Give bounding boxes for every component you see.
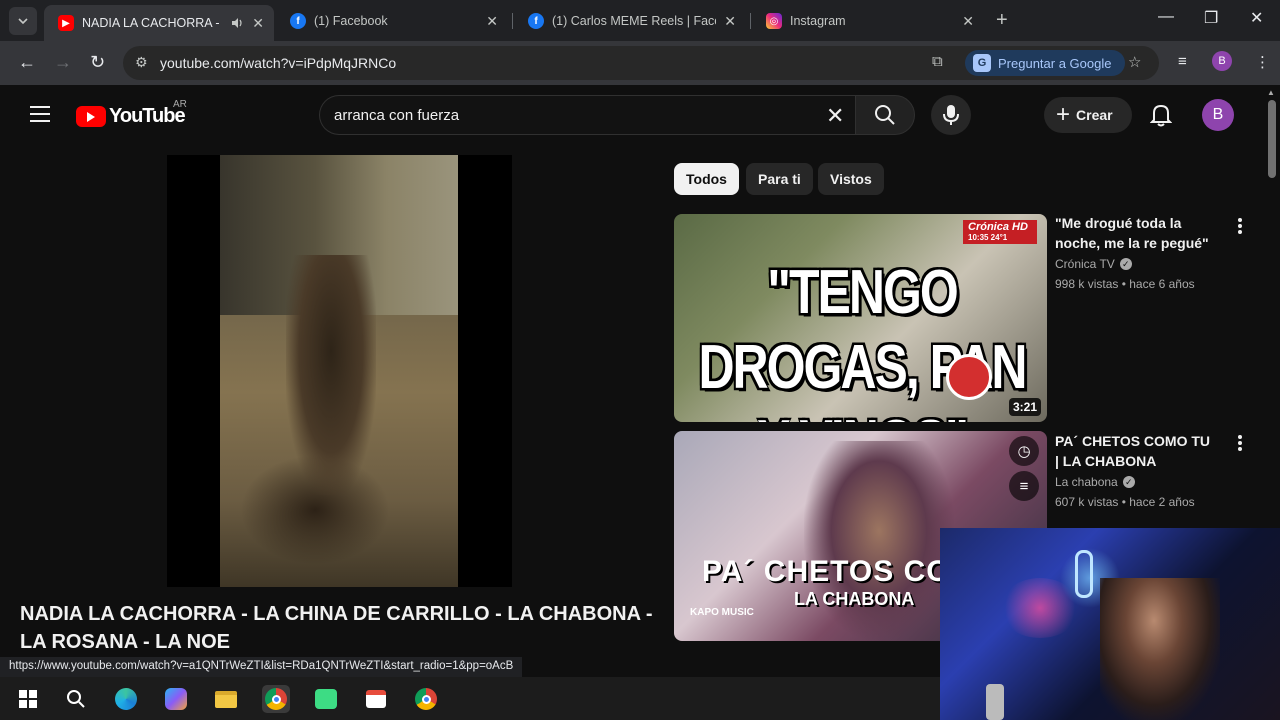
edge-icon[interactable] xyxy=(112,685,140,713)
youtube-header: YouTube AR arranca con fuerza ✕ + Crear … xyxy=(0,85,1280,145)
forward-arrow-icon[interactable]: → xyxy=(54,52,72,73)
tab-facebook-reels[interactable]: f (1) Carlos MEME Reels | Faceboo ✕ xyxy=(514,5,746,37)
search-input[interactable]: arranca con fuerza ✕ xyxy=(319,95,865,135)
media-controls-icon[interactable]: ≡ xyxy=(1178,53,1187,70)
add-to-queue-icon[interactable]: ≡ xyxy=(1009,471,1039,501)
facebook-icon: f xyxy=(290,13,306,29)
tab-close-icon[interactable]: ✕ xyxy=(962,13,974,30)
account-avatar[interactable]: B xyxy=(1202,99,1234,131)
verified-check-icon: ✓ xyxy=(1122,476,1135,488)
recommendation-meta: 607 k vistas • hace 2 años xyxy=(1055,495,1195,509)
verified-check-icon: ✓ xyxy=(1119,258,1132,270)
status-bar-url: https://www.youtube.com/watch?v=a1QNTrWe… xyxy=(0,657,523,677)
search-icon xyxy=(875,105,895,125)
restore-icon[interactable]: ❐ xyxy=(1204,8,1218,28)
recommendation-title[interactable]: PA´ CHETOS COMO TU | LA CHABONA xyxy=(1055,431,1215,471)
windows-taskbar xyxy=(0,677,940,720)
recommendation-channel[interactable]: Crónica TV ✓ xyxy=(1055,257,1132,271)
google-lens-icon: G xyxy=(973,54,991,72)
watch-later-clock-icon[interactable]: ◷ xyxy=(1009,436,1039,466)
studio-microphone xyxy=(986,684,1004,720)
windows-start-icon[interactable] xyxy=(14,685,42,713)
neon-sign xyxy=(1075,550,1093,598)
taskbar-search-icon[interactable] xyxy=(62,685,90,713)
create-button[interactable]: + Crear xyxy=(1044,97,1132,133)
tab-separator xyxy=(512,13,513,29)
tab-youtube[interactable]: ▶ NADIA LA CACHORRA - LA ✕ xyxy=(44,5,274,41)
tab-close-icon[interactable]: ✕ xyxy=(486,13,498,30)
video-player[interactable] xyxy=(167,155,512,587)
chip-all[interactable]: Todos xyxy=(674,163,739,195)
video-title: NADIA LA CACHORRA - LA CHINA DE CARRILLO… xyxy=(20,603,653,653)
hamburger-menu-icon[interactable] xyxy=(30,106,50,122)
search-button[interactable] xyxy=(855,95,915,135)
microphone-icon xyxy=(943,105,959,125)
country-code: AR xyxy=(173,99,187,110)
youtube-play-icon xyxy=(76,106,106,127)
youtube-icon: ▶ xyxy=(58,15,74,31)
voice-search-button[interactable] xyxy=(931,95,971,135)
news-microphone-icon xyxy=(946,354,992,400)
reload-icon[interactable]: ↻ xyxy=(90,52,105,73)
more-options-icon[interactable] xyxy=(1234,216,1246,236)
streamer xyxy=(1100,578,1220,720)
tab-search-button[interactable] xyxy=(9,6,37,35)
url-text[interactable]: youtube.com/watch?v=iPdpMqJRNCo xyxy=(160,55,396,71)
address-bar[interactable]: ⚙ youtube.com/watch?v=iPdpMqJRNCo ⧉ G Pr… xyxy=(123,46,1159,80)
facebook-icon: f xyxy=(528,13,544,29)
tab-instagram[interactable]: ◎ Instagram ✕ xyxy=(752,5,984,37)
minimize-icon[interactable]: — xyxy=(1158,8,1174,26)
speaker-icon[interactable] xyxy=(230,16,244,30)
chip-for-you[interactable]: Para ti xyxy=(746,163,813,195)
plus-icon: + xyxy=(1056,101,1071,128)
new-tab-button[interactable]: + xyxy=(996,9,1008,32)
tab-close-icon[interactable]: ✕ xyxy=(724,13,736,30)
browser-menu-icon[interactable]: ⋮ xyxy=(1255,53,1270,71)
chrome-icon[interactable] xyxy=(262,685,290,713)
recommendation-channel[interactable]: La chabona ✓ xyxy=(1055,475,1135,489)
thumbnail-caption: PA´ CHETOS COM xyxy=(702,555,977,588)
thumbnail-subcaption: LA CHABONA xyxy=(794,589,915,609)
search-query[interactable]: arranca con fuerza xyxy=(334,107,459,124)
bookmark-star-icon[interactable]: ☆ xyxy=(1128,53,1141,71)
notifications-bell-icon[interactable] xyxy=(1149,103,1173,132)
thumbnail-caption: "TENGO DROGAS, PAN Y VINOS" xyxy=(698,256,1027,423)
calendar-app-icon[interactable] xyxy=(362,685,390,713)
recommendation-thumbnail[interactable]: Crónica HD 10:35 24°1 "TENGO DROGAS, PAN… xyxy=(674,214,1047,422)
youtube-logo[interactable]: YouTube xyxy=(76,105,186,128)
chip-watched[interactable]: Vistos xyxy=(818,163,884,195)
file-explorer-icon[interactable] xyxy=(212,685,240,713)
chevron-down-icon xyxy=(18,17,28,24)
recommendation-title[interactable]: "Me drogué toda la noche, me la re pegué… xyxy=(1055,213,1215,253)
tab-facebook[interactable]: f (1) Facebook ✕ xyxy=(276,5,508,37)
channel-brand-badge: Crónica HD 10:35 24°1 xyxy=(963,220,1037,244)
copilot-icon[interactable] xyxy=(162,685,190,713)
video-frame xyxy=(220,155,458,587)
install-app-icon[interactable]: ⧉ xyxy=(932,53,943,70)
video-duration: 3:21 xyxy=(1008,398,1041,416)
page-scrollbar[interactable] xyxy=(1268,100,1276,178)
close-window-icon[interactable]: ✕ xyxy=(1250,8,1263,28)
site-settings-icon[interactable]: ⚙ xyxy=(135,54,148,71)
tab-separator xyxy=(750,13,751,29)
ask-google-button[interactable]: G Preguntar a Google xyxy=(965,50,1125,76)
scroll-up-arrow-icon[interactable]: ▲ xyxy=(1267,88,1275,97)
browser-tab-bar: ▶ NADIA LA CACHORRA - LA ✕ f (1) Faceboo… xyxy=(0,0,1280,41)
more-options-icon[interactable] xyxy=(1234,433,1246,453)
webcam-overlay xyxy=(940,528,1280,720)
clear-search-icon[interactable]: ✕ xyxy=(826,103,844,129)
kapo-music-logo: KAPO MUSIC xyxy=(690,607,754,618)
recommendation-meta: 998 k vistas • hace 6 años xyxy=(1055,277,1195,291)
browser-toolbar: ← → ↻ ⚙ youtube.com/watch?v=iPdpMqJRNCo … xyxy=(0,41,1280,85)
chrome-profile-icon[interactable] xyxy=(412,685,440,713)
tab-close-icon[interactable]: ✕ xyxy=(252,15,264,32)
instagram-icon: ◎ xyxy=(766,13,782,29)
android-studio-icon[interactable] xyxy=(312,685,340,713)
back-arrow-icon[interactable]: ← xyxy=(18,52,36,73)
browser-profile-avatar[interactable]: B xyxy=(1212,51,1232,71)
